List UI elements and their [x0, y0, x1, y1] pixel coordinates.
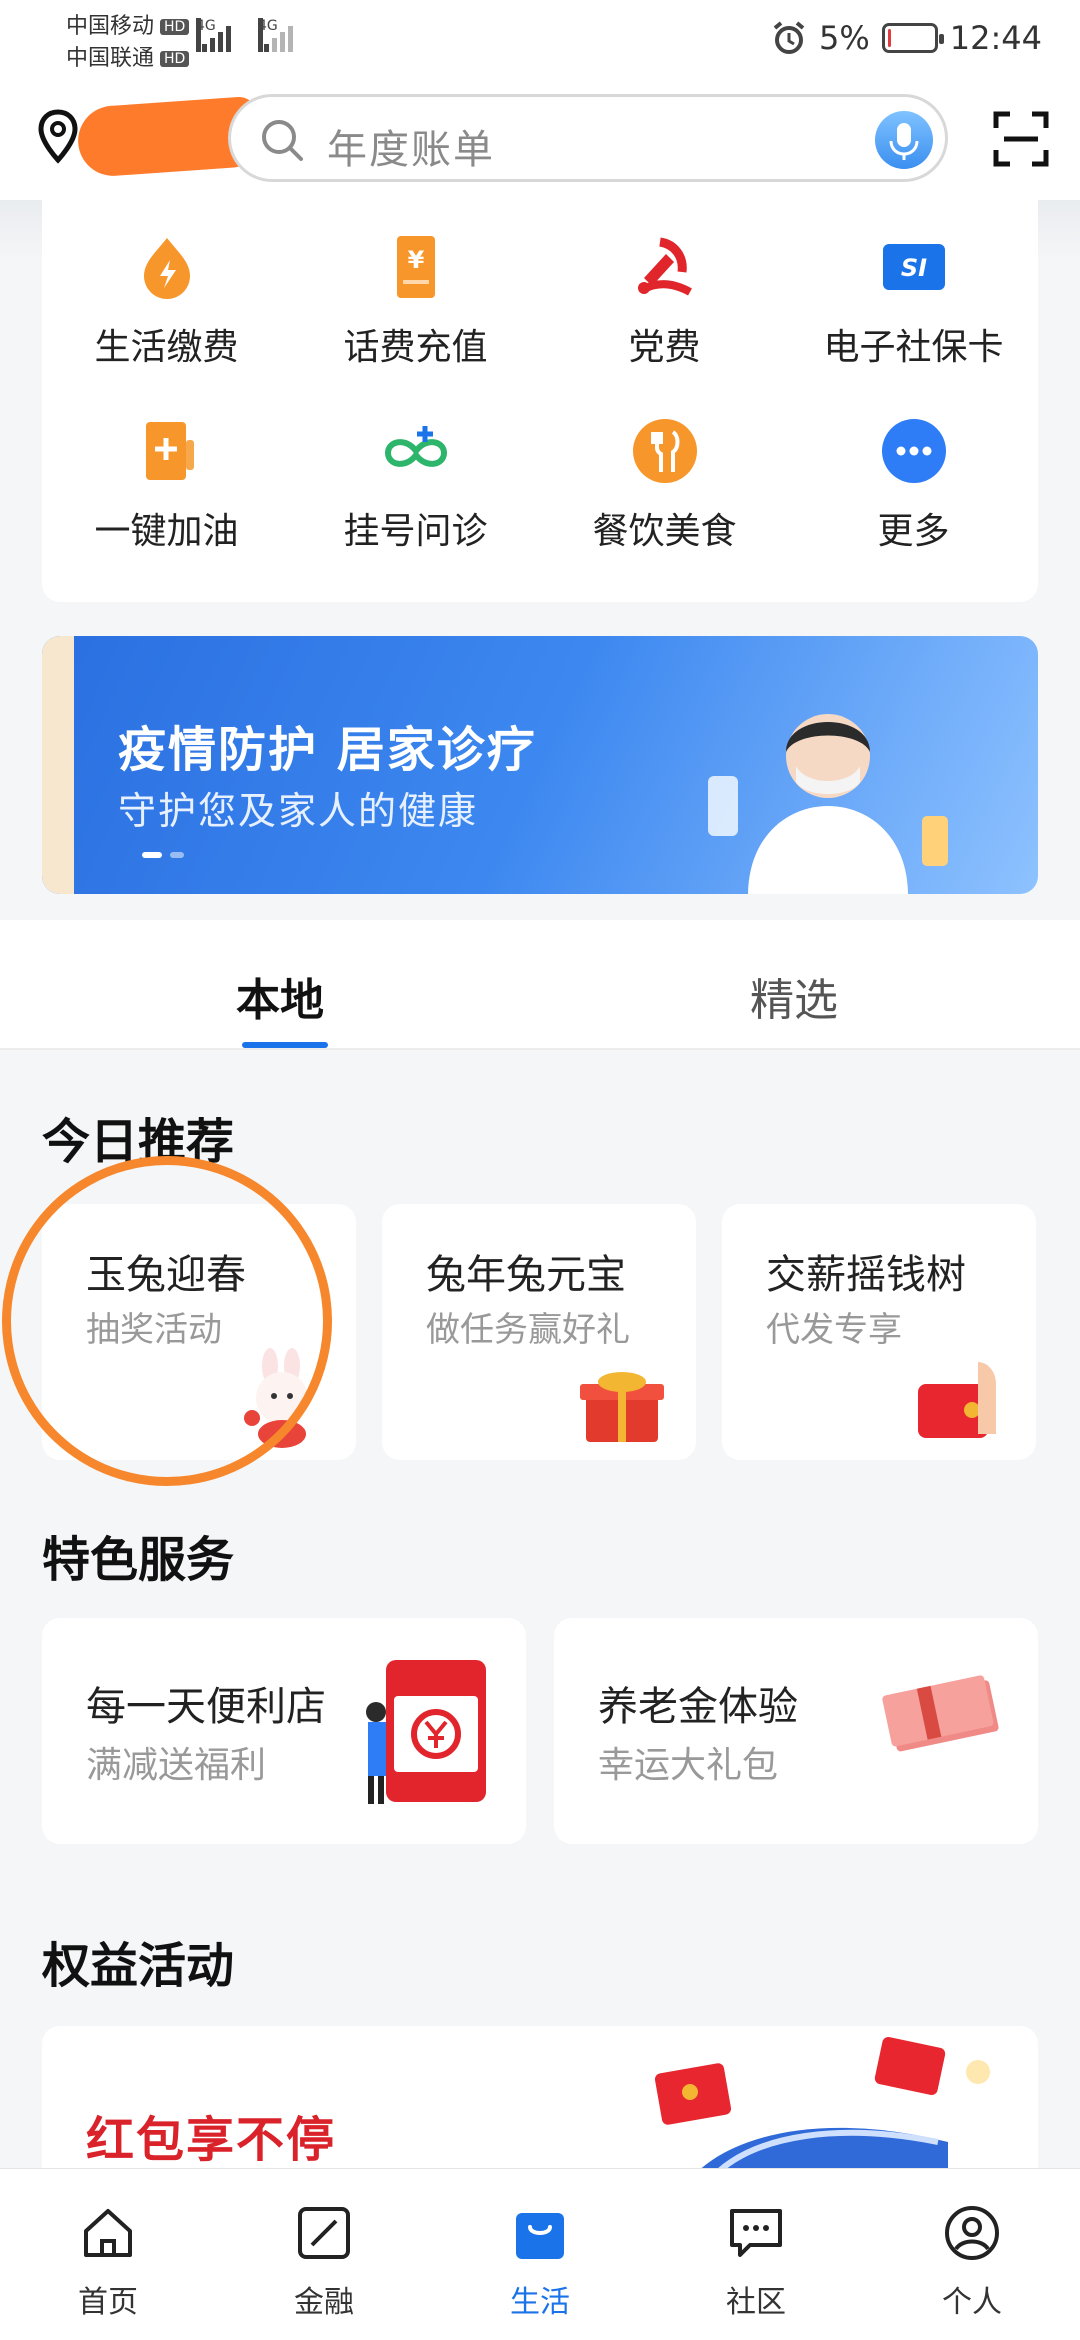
- tab-indicator: [242, 1042, 328, 1048]
- nav-profile[interactable]: 个人: [864, 2169, 1080, 2340]
- service-more[interactable]: 更多: [789, 384, 1038, 554]
- carrier-1: 中国移动 HD: [66, 8, 190, 40]
- utility-bill-icon: [143, 238, 190, 299]
- banner-subtitle: 守护您及家人的健康: [118, 789, 479, 833]
- tab-local[interactable]: 本地: [236, 964, 324, 1028]
- carrier-2: 中国联通 HD: [66, 40, 190, 72]
- svg-text:¥: ¥: [407, 246, 424, 274]
- service-phone-recharge[interactable]: ¥ 话费充值: [291, 200, 540, 370]
- community-chat-icon: [730, 2209, 782, 2257]
- scan-icon[interactable]: [992, 110, 1050, 168]
- clock: 12:44: [949, 19, 1042, 57]
- alarm-icon: [773, 21, 805, 54]
- signal-icon: 4G: [258, 18, 294, 52]
- doctor-illustration: [708, 714, 948, 894]
- social-security-card-icon: SI: [882, 244, 945, 290]
- svg-text:SI: SI: [900, 254, 926, 282]
- home-icon: [84, 2209, 132, 2257]
- nav-home[interactable]: 首页: [0, 2169, 216, 2340]
- party-fee-icon: [637, 237, 692, 296]
- medical-icon: [384, 426, 447, 467]
- red-packet-train-illustration: [654, 2036, 990, 2182]
- phone-recharge-icon: ¥: [396, 236, 435, 298]
- life-bag-icon: [516, 2213, 564, 2259]
- bottom-navigation: 首页 金融 生活 社区 个人: [0, 2168, 1080, 2340]
- service-utility-bill[interactable]: 生活缴费: [42, 200, 291, 370]
- microphone-icon[interactable]: [875, 111, 933, 169]
- digital-rmb-sign-illustration: [366, 1660, 486, 1804]
- tab-featured[interactable]: 精选: [750, 964, 838, 1028]
- battery-percent: 5%: [819, 19, 870, 57]
- more-icon: [881, 419, 946, 483]
- top-header: 年度账单: [0, 80, 1080, 200]
- content-tabs: 本地 精选: [0, 920, 1080, 1050]
- finance-icon: [298, 2207, 350, 2259]
- section-title-featured: 特色服务: [42, 1532, 235, 1588]
- fuel-icon: [145, 422, 194, 480]
- nav-community[interactable]: 社区: [648, 2169, 864, 2340]
- profile-icon: [945, 2206, 999, 2260]
- feature-card-convenience-store[interactable]: 每一天便利店 满减送福利: [42, 1618, 526, 1844]
- search-icon: [262, 120, 303, 161]
- service-social-security-card[interactable]: SI 电子社保卡: [789, 200, 1038, 370]
- banner-edge: [42, 636, 74, 894]
- nav-life[interactable]: 生活: [432, 2169, 648, 2340]
- rec-card-money-tree[interactable]: 交薪摇钱树 代发专享: [722, 1204, 1036, 1460]
- banner-pagination: [142, 852, 184, 858]
- banner-title: 疫情防护 居家诊疗: [118, 722, 537, 778]
- promo-banner[interactable]: 疫情防护 居家诊疗 守护您及家人的健康: [42, 636, 1038, 894]
- signal-icon: 4G: [196, 18, 232, 52]
- service-dining[interactable]: 餐饮美食: [540, 384, 789, 554]
- location-pin-icon[interactable]: [36, 108, 80, 164]
- section-title-rights: 权益活动: [42, 1938, 235, 1994]
- search-input[interactable]: 年度账单: [327, 117, 495, 175]
- service-party-fee[interactable]: 党费: [540, 200, 789, 370]
- red-envelope-hand-illustration: [918, 1362, 996, 1438]
- service-fuel[interactable]: 一键加油: [42, 384, 291, 554]
- gift-box-illustration: [580, 1372, 664, 1442]
- search-bar[interactable]: 年度账单: [228, 94, 948, 182]
- cash-stack-illustration: [882, 1675, 999, 1752]
- service-medical[interactable]: 挂号问诊: [291, 384, 540, 554]
- feature-card-pension[interactable]: 养老金体验 幸运大礼包: [554, 1618, 1038, 1844]
- rec-card-rabbit-ingot[interactable]: 兔年兔元宝 做任务赢好礼: [382, 1204, 696, 1460]
- service-grid: 生活缴费 ¥ 话费充值 党费 SI 电子社保卡 一键加油 挂号问诊 餐饮美食 更…: [42, 200, 1038, 602]
- nav-finance[interactable]: 金融: [216, 2169, 432, 2340]
- battery-icon: [881, 23, 944, 53]
- dining-icon: [632, 419, 697, 483]
- status-bar: 中国移动 HD 中国联通 HD 4G 4G 5% 12:44: [0, 0, 1080, 80]
